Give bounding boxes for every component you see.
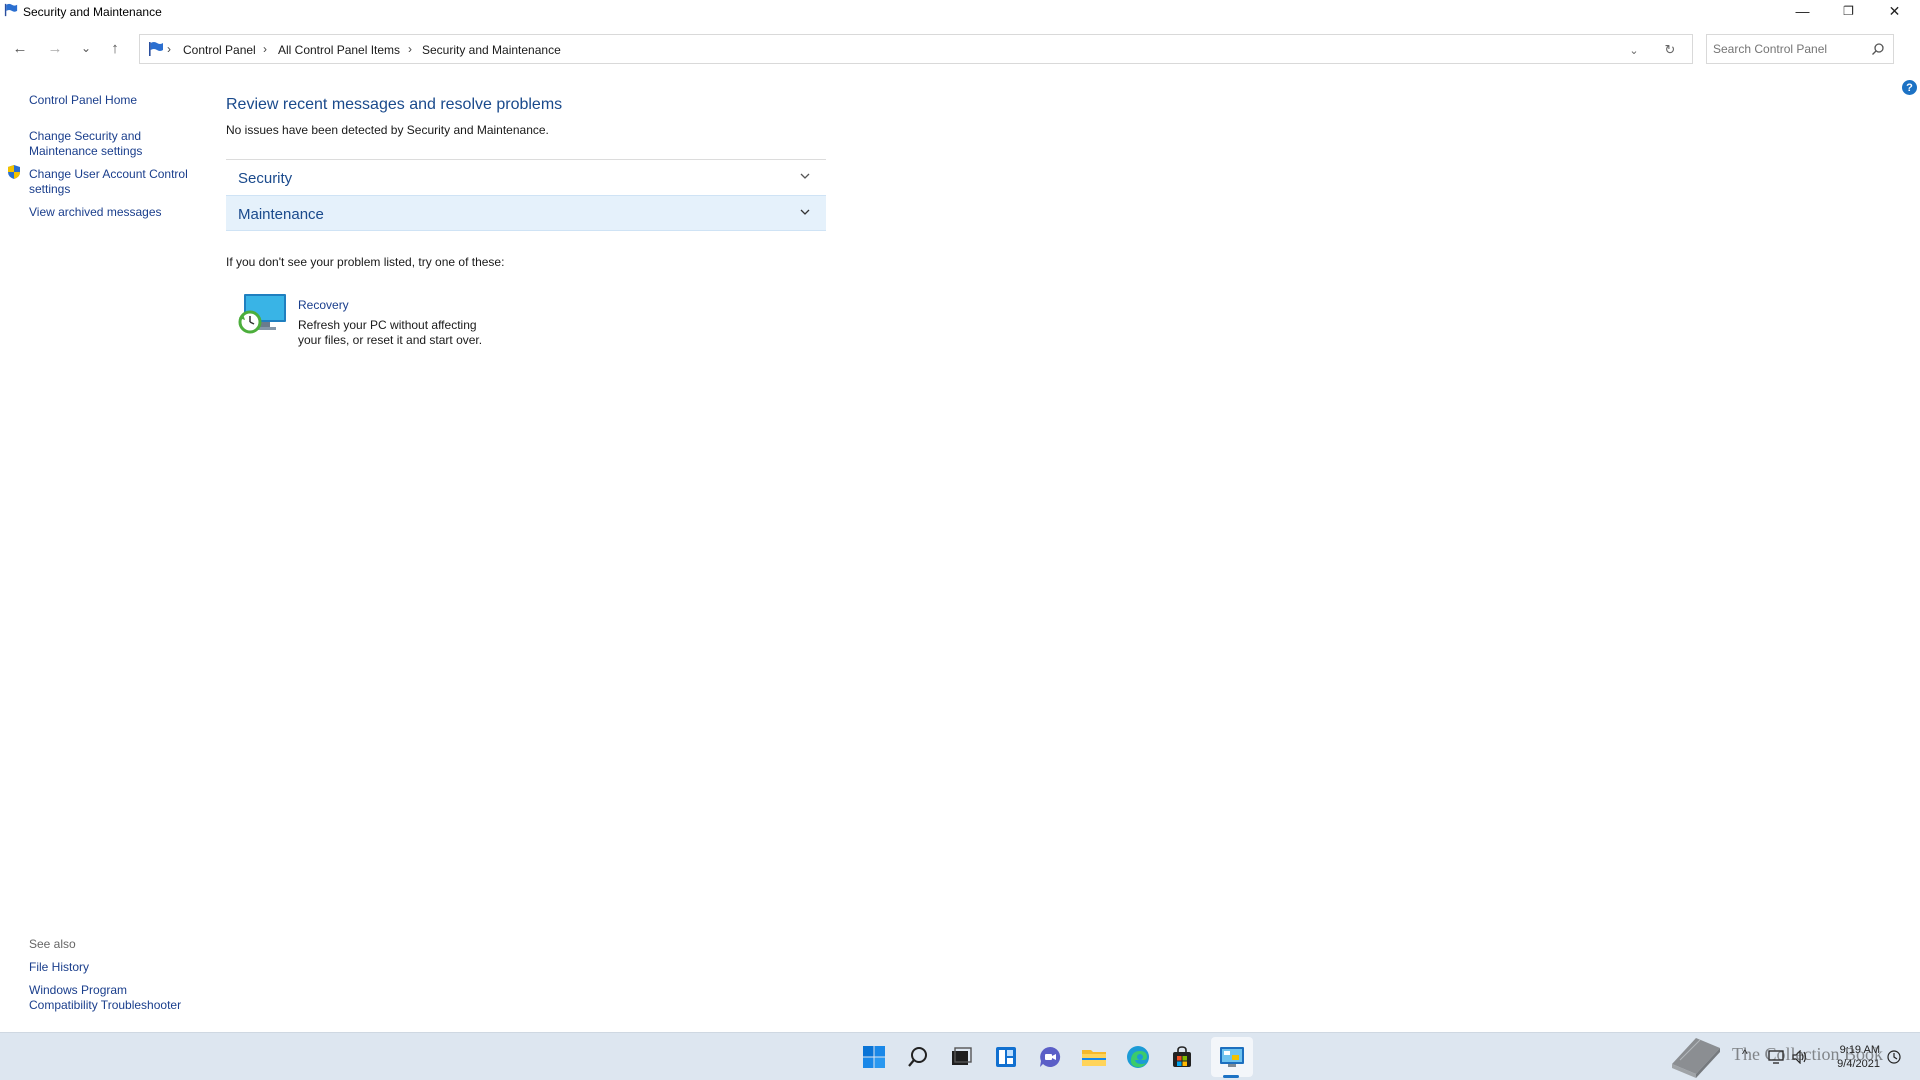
- breadcrumb-separator[interactable]: ›: [408, 42, 412, 56]
- view-archived-messages-link[interactable]: View archived messages: [29, 205, 199, 220]
- edge-icon[interactable]: [1123, 1042, 1153, 1072]
- help-icon[interactable]: ?: [1902, 80, 1917, 95]
- recent-locations-button[interactable]: ⌄: [73, 36, 99, 60]
- forward-button[interactable]: →: [42, 36, 68, 60]
- restore-button[interactable]: ❐: [1826, 0, 1871, 22]
- minimize-button[interactable]: —: [1780, 0, 1825, 22]
- breadcrumb-security-maintenance[interactable]: Security and Maintenance: [422, 43, 561, 57]
- navigation-bar: ← → ⌄ ↑ › Control Panel › All Control Pa…: [0, 30, 1920, 66]
- address-bar[interactable]: › Control Panel › All Control Panel Item…: [139, 34, 1693, 64]
- recovery-link[interactable]: Recovery: [298, 298, 349, 312]
- taskbar: ^ 9:19 AM 9/4/2021: [0, 1032, 1920, 1080]
- page-title: Review recent messages and resolve probl…: [226, 96, 563, 113]
- security-flag-icon: [4, 3, 18, 17]
- widgets-icon[interactable]: [991, 1042, 1021, 1072]
- watermark: The Collection Book: [1666, 1028, 1906, 1080]
- change-uac-settings-link[interactable]: Change User Account Control settings: [29, 167, 194, 197]
- search-box[interactable]: [1706, 34, 1894, 64]
- up-button[interactable]: ↑: [102, 36, 128, 60]
- search-icon[interactable]: [903, 1042, 933, 1072]
- control-panel-icon[interactable]: [1217, 1042, 1247, 1072]
- address-dropdown-button[interactable]: ⌄: [1624, 41, 1644, 59]
- search-icon[interactable]: [1871, 42, 1885, 56]
- section-title: Security: [238, 170, 293, 187]
- window-title: Security and Maintenance: [23, 5, 162, 19]
- security-section-header[interactable]: Security: [226, 159, 826, 195]
- breadcrumb-all-items[interactable]: All Control Panel Items: [278, 43, 400, 57]
- section-title: Maintenance: [238, 206, 324, 223]
- change-security-settings-link[interactable]: Change Security and Maintenance settings: [29, 129, 169, 159]
- close-button[interactable]: ✕: [1872, 0, 1917, 22]
- active-app-indicator: [1223, 1075, 1239, 1078]
- chevron-down-icon[interactable]: [798, 169, 812, 183]
- breadcrumb-separator[interactable]: ›: [263, 42, 267, 56]
- search-input[interactable]: [1713, 40, 1863, 58]
- recovery-description: Refresh your PC without affecting your f…: [298, 318, 483, 347]
- refresh-button[interactable]: ↻: [1660, 41, 1680, 59]
- chat-icon[interactable]: [1035, 1042, 1065, 1072]
- chevron-down-icon[interactable]: [798, 205, 812, 219]
- see-also-heading: See also: [29, 937, 76, 951]
- recovery-icon[interactable]: [236, 292, 288, 336]
- title-bar: Security and Maintenance — ❐ ✕: [0, 0, 1920, 24]
- breadcrumb-control-panel[interactable]: Control Panel: [183, 43, 256, 57]
- control-panel-home-link[interactable]: Control Panel Home: [29, 93, 199, 108]
- task-view-icon[interactable]: [946, 1042, 976, 1072]
- file-history-link[interactable]: File History: [29, 960, 199, 975]
- troubleshoot-prompt: If you don't see your problem listed, tr…: [226, 255, 505, 269]
- uac-shield-icon: [8, 165, 20, 179]
- watermark-text: The Collection Book: [1732, 1044, 1883, 1064]
- store-icon[interactable]: [1167, 1042, 1197, 1072]
- start-icon[interactable]: [859, 1042, 889, 1072]
- status-message: No issues have been detected by Security…: [226, 123, 549, 137]
- compatibility-troubleshooter-link[interactable]: Windows Program Compatibility Troublesho…: [29, 983, 199, 1013]
- book-logo-icon: [1672, 1038, 1720, 1078]
- breadcrumb-separator[interactable]: ›: [167, 42, 171, 56]
- file-explorer-icon[interactable]: [1079, 1042, 1109, 1072]
- maintenance-section-header[interactable]: Maintenance: [226, 195, 826, 231]
- back-button[interactable]: ←: [7, 36, 33, 60]
- security-flag-icon: [149, 42, 163, 56]
